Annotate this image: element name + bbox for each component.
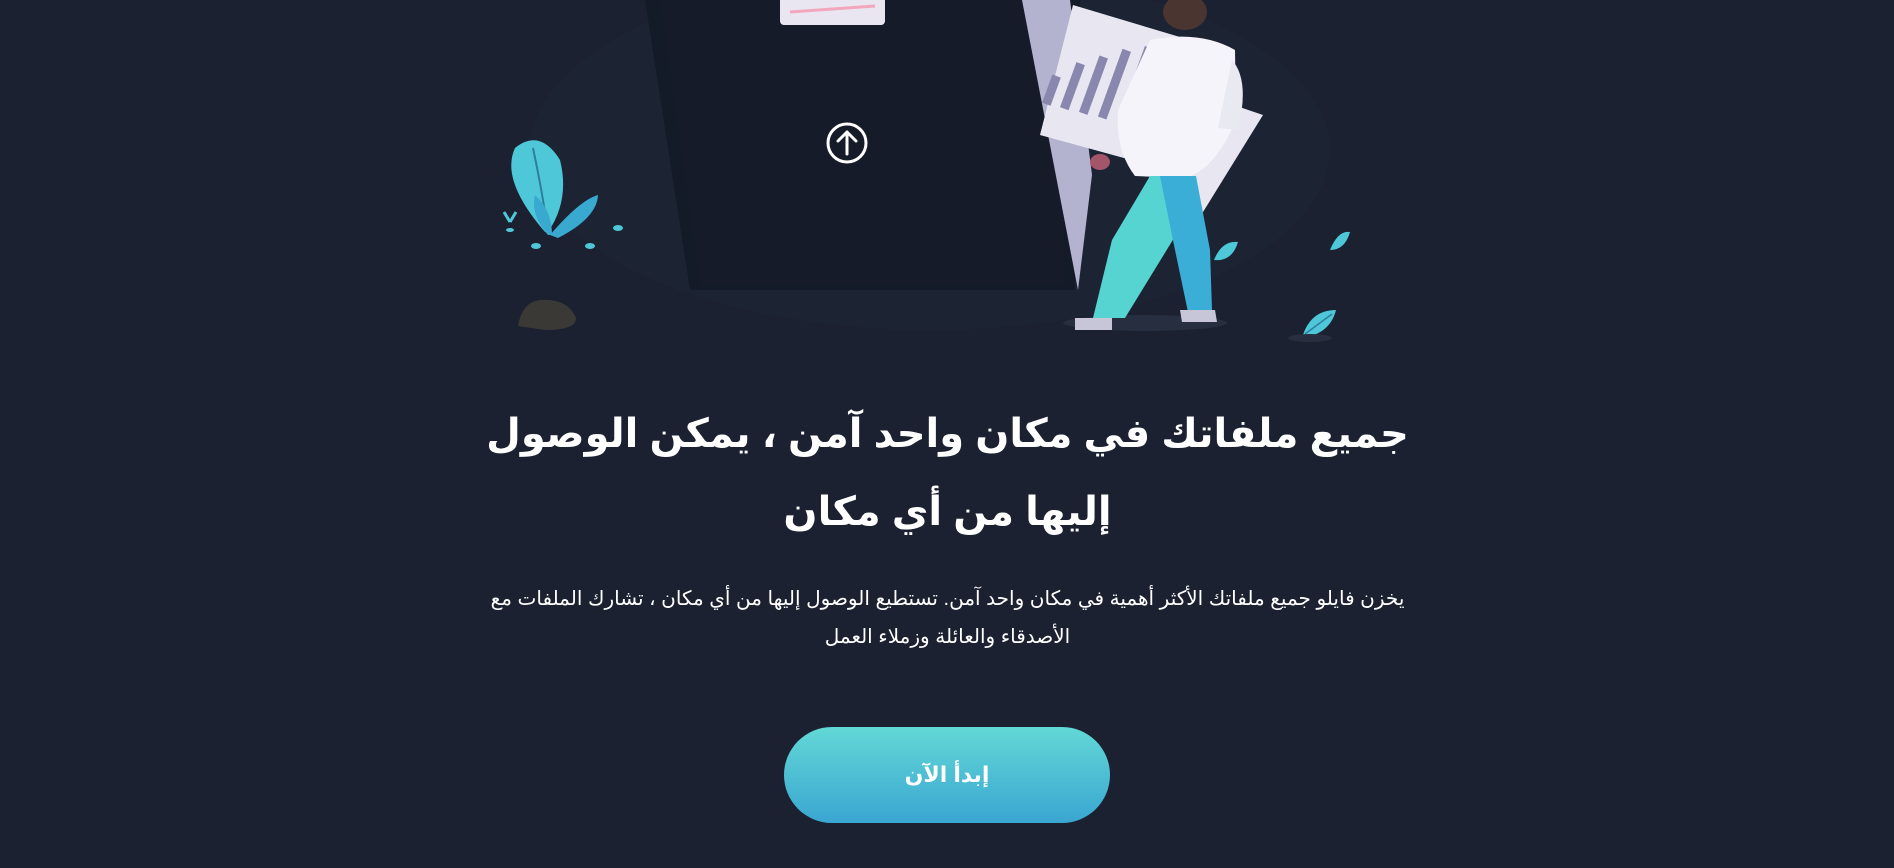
upload-folder-panel	[645, 0, 1080, 290]
hero-title: جميع ملفاتك في مكان واحد آمن ، يمكن الوص…	[486, 412, 1409, 534]
landing-page: جميع ملفاتك في مكان واحد آمن ، يمكن الوص…	[0, 0, 1894, 868]
leaf-decoration	[1214, 231, 1350, 342]
rock-decoration	[518, 299, 576, 330]
hero-illustration	[502, 0, 1350, 342]
hero-description: يخزن فايلو جميع ملفاتك الأكثر أهمية في م…	[490, 588, 1405, 648]
start-now-button[interactable]: إبدأ الآن	[784, 727, 1110, 823]
